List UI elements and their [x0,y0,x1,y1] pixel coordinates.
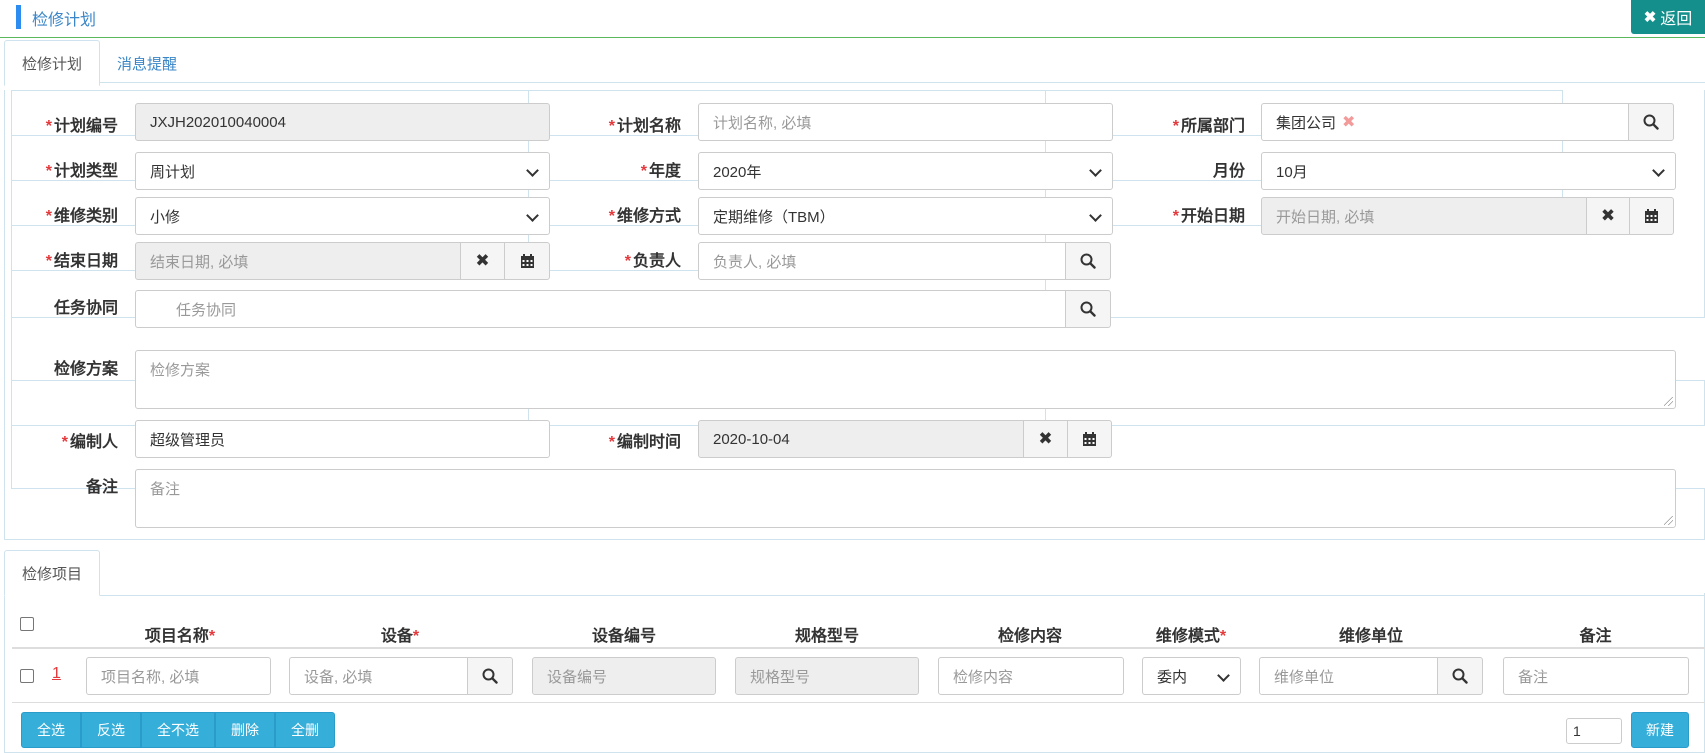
tab-divider [4,82,1705,83]
col-item-name: 项目名称* [144,628,216,645]
calendar-icon [1645,208,1658,223]
end-date-clear-button[interactable]: ✖ [460,242,505,280]
page-header: 检修计划 [0,0,1705,38]
end-date-input[interactable]: 结束日期, 必填 [135,242,461,280]
invert-selection-button[interactable]: 反选 [81,712,141,748]
year-select[interactable]: 2020年 [698,152,1113,190]
department-input[interactable]: 集团公司 ✖ [1261,103,1629,141]
delete-button[interactable]: 删除 [215,712,275,748]
month-select[interactable]: 10月 [1261,152,1676,190]
task-collab-search-button[interactable] [1065,290,1111,328]
device-search-button[interactable] [467,657,513,695]
search-icon [1080,253,1096,269]
author-time-clear-button[interactable]: ✖ [1023,420,1068,458]
search-icon [1080,301,1096,317]
select-all-checkbox[interactable] [20,617,34,631]
back-button-label: 返回 [1660,11,1693,28]
select-all-button[interactable]: 全选 [21,712,81,748]
spec-input[interactable]: 规格型号 [735,657,919,695]
back-button[interactable]: ✖ 返回 [1631,0,1705,34]
repair-category-label: * 维修类别 [45,208,118,225]
col-device: 设备* [380,628,420,645]
start-date-label: * 开始日期 [1172,208,1245,225]
plan-type-select[interactable]: 周计划 [135,152,550,190]
bottom-tabs: 检修项目 [4,550,101,596]
device-no-input[interactable]: 设备编号 [532,657,716,695]
author-time-calendar-button[interactable] [1067,420,1112,458]
times-icon: ✖ [475,251,490,270]
start-date-clear-button[interactable]: ✖ [1586,197,1630,235]
plan-name-input[interactable]: 计划名称, 必填 [698,103,1113,141]
col-content: 检修内容 [997,628,1062,645]
title-accent-bar [16,5,21,29]
calendar-icon [520,253,534,268]
department-label: * 所属部门 [1172,118,1245,135]
remove-tag-icon[interactable]: ✖ [1342,112,1355,132]
bulk-action-group: 全选 反选 全不选 删除 全删 [21,712,335,748]
content-input[interactable]: 检修内容 [938,657,1124,695]
page-title: 检修计划 [32,12,97,29]
item-name-input[interactable]: 项目名称, 必填 [86,657,271,695]
tab-messages[interactable]: 消息提醒 [100,40,194,86]
plan-no-label: * 计划编号 [45,118,118,135]
new-row-button[interactable]: 新建 [1631,712,1689,748]
row-count-input[interactable]: 1 [1566,718,1622,744]
repair-plan-label: 检修方案 [53,361,118,378]
plan-type-label: * 计划类型 [45,163,118,180]
col-mode: 维修模式* [1155,628,1227,645]
repair-method-select[interactable]: 定期维修（TBM） [698,197,1113,235]
plan-no-field[interactable]: JXJH202010040004 [135,103,550,141]
search-icon [482,668,498,684]
owner-label: * 负责人 [624,253,681,270]
task-collab-label: 任务协同 [53,300,118,317]
col-spec: 规格型号 [794,628,859,645]
calendar-icon [1083,431,1096,446]
times-icon: ✖ [1643,9,1657,26]
tab-repair-plan[interactable]: 检修计划 [4,40,101,86]
author-input[interactable]: 超级管理员 [135,420,550,458]
author-time-input[interactable]: 2020-10-04 [698,420,1024,458]
repair-plan-textarea[interactable]: 检修方案 [135,350,1676,409]
repair-method-label: * 维修方式 [608,208,681,225]
row-checkbox[interactable] [20,669,34,683]
table-row-line [12,702,1705,703]
device-input[interactable]: 设备, 必填 [289,657,468,695]
unit-search-button[interactable] [1437,657,1483,695]
search-icon [1643,114,1659,130]
col-remark: 备注 [1579,628,1612,645]
department-search-button[interactable] [1628,103,1674,141]
author-time-label: * 编制时间 [608,434,681,451]
owner-input[interactable]: 负责人, 必填 [698,242,1066,280]
row-index[interactable]: 1 [52,665,61,683]
remark-row-input[interactable]: 备注 [1503,657,1689,695]
remark-label: 备注 [85,479,118,496]
delete-all-button[interactable]: 全删 [275,712,335,748]
start-date-calendar-button[interactable] [1629,197,1674,235]
top-tabs: 检修计划 消息提醒 [4,40,194,86]
tab-repair-items[interactable]: 检修项目 [4,550,101,596]
times-icon: ✖ [1600,206,1616,225]
col-unit: 维修单位 [1338,628,1403,645]
author-label: * 编制人 [61,434,118,451]
month-label: 月份 [1212,163,1245,180]
col-device-no: 设备编号 [591,628,656,645]
end-date-calendar-button[interactable] [504,242,550,280]
table-header-line [12,647,1705,649]
times-icon: ✖ [1038,429,1053,448]
deselect-all-button[interactable]: 全不选 [141,712,215,748]
year-label: * 年度 [640,163,681,180]
plan-name-label: * 计划名称 [608,118,681,135]
end-date-label: * 结束日期 [45,253,118,270]
mode-select[interactable]: 委内 [1142,657,1241,695]
unit-input[interactable]: 维修单位 [1259,657,1438,695]
repair-category-select[interactable]: 小修 [135,197,550,235]
department-tag: 集团公司 [1276,114,1337,132]
remark-textarea[interactable]: 备注 [135,469,1676,528]
task-collab-input[interactable]: 任务协同 [135,290,1066,328]
search-icon [1452,668,1468,684]
owner-search-button[interactable] [1065,242,1111,280]
start-date-input[interactable]: 开始日期, 必填 [1261,197,1587,235]
